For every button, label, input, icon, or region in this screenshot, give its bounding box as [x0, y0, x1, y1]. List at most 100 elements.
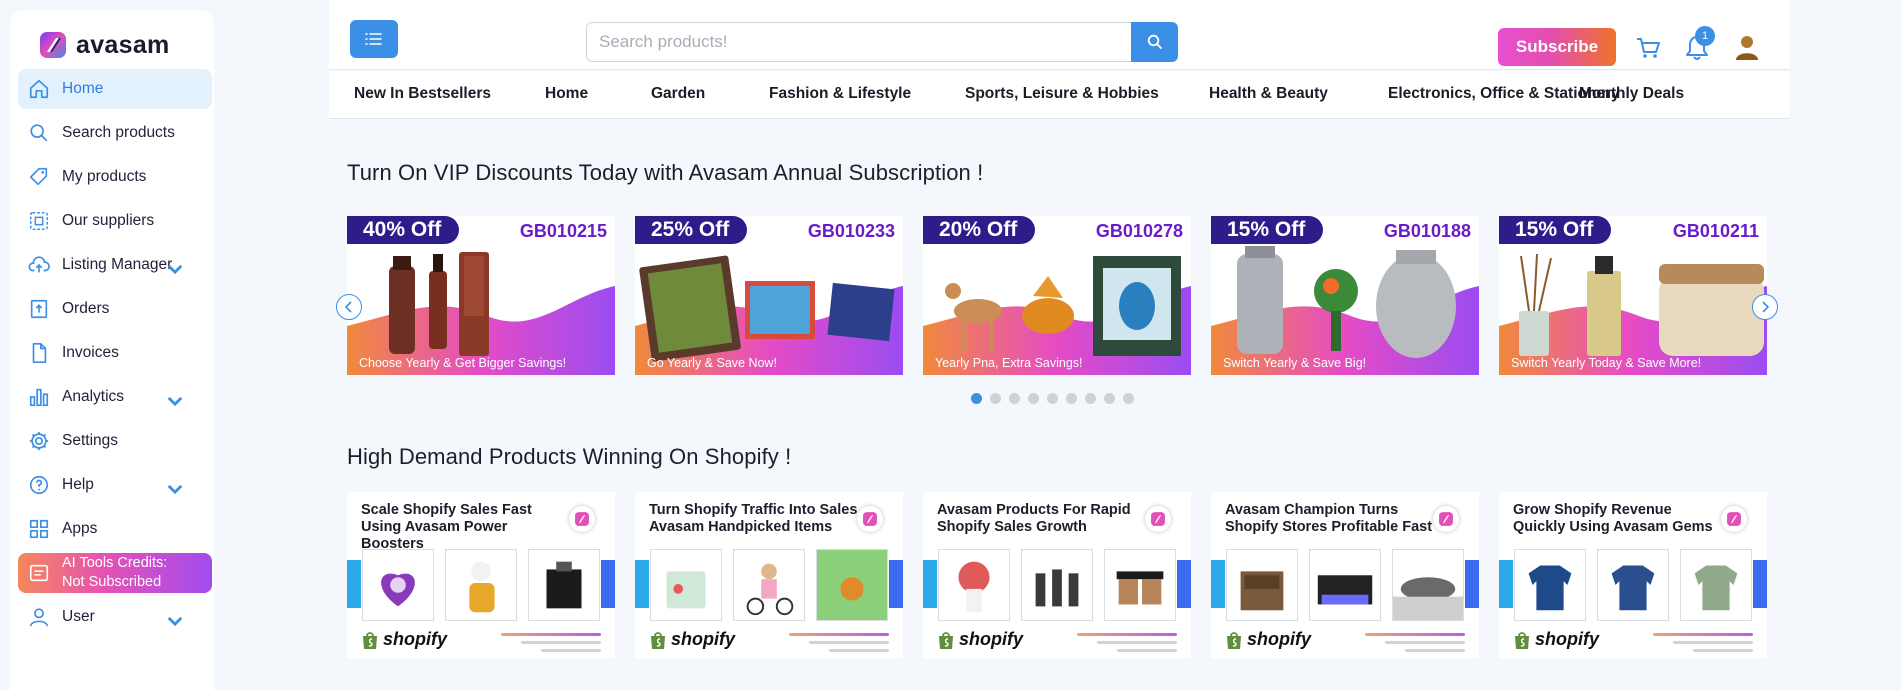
shopify-product-card[interactable]: Turn Shopify Traffic Into Sales Avasam H…: [635, 492, 903, 658]
category-nav: New In Bestsellers Home Garden Fashion & Li…: [329, 71, 1790, 119]
cloud-upload-icon: [28, 256, 50, 273]
carousel-dot[interactable]: [1104, 393, 1115, 404]
orders-box-icon: [30, 299, 48, 319]
sidebar-item-label: Orders: [62, 300, 110, 317]
carousel-next-button[interactable]: [1752, 294, 1778, 320]
avasam-logo-icon: [40, 32, 66, 58]
shopify-product-card[interactable]: Avasam Products For Rapid Shopify Sales …: [923, 492, 1191, 658]
promo-banner[interactable]: 20% Off GB010278 Yearly Pna, Extra Savings…: [923, 216, 1191, 375]
sidebar-item-my-products[interactable]: My products: [18, 157, 212, 197]
sidebar-item-settings[interactable]: Settings: [18, 421, 212, 461]
sidebar-item-user[interactable]: User: [18, 597, 212, 637]
credit-card-icon: [29, 564, 49, 582]
sidebar-item-invoices[interactable]: Invoices: [18, 333, 212, 373]
card-stripe-right: [1177, 560, 1191, 608]
carousel-dot[interactable]: [1028, 393, 1039, 404]
shopify-product-card[interactable]: Scale Shopify Sales Fast Using Avasam Po…: [347, 492, 615, 658]
product-thumbnail: [938, 549, 1010, 621]
card-stripe-left: [347, 560, 361, 608]
shopify-product-card[interactable]: Avasam Champion Turns Shopify Stores Pro…: [1211, 492, 1479, 658]
promo-banner[interactable]: 15% Off GB010188 Switch Yearly & Save Big!: [1211, 216, 1479, 375]
card-stripe-right: [1465, 560, 1479, 608]
chevron-right-icon: [1762, 301, 1770, 313]
carousel-dot[interactable]: [990, 393, 1001, 404]
user-avatar-icon[interactable]: [1732, 32, 1762, 62]
cart-icon[interactable]: [1634, 34, 1662, 62]
product-thumbnail: [362, 549, 434, 621]
carousel-dot[interactable]: [971, 393, 982, 404]
chevron-left-icon: [344, 301, 352, 313]
decorative-lines: [1077, 633, 1177, 657]
search-icon: [1147, 34, 1162, 49]
sidebar-item-ai-tools-credits[interactable]: AI Tools Credits: Not Subscribed: [18, 553, 212, 593]
sidebar-item-our-suppliers[interactable]: Our suppliers: [18, 201, 212, 241]
product-thumbnail: [445, 549, 517, 621]
carousel-pagination: [971, 393, 1134, 404]
banner-caption: Switch Yearly Today & Save More!: [1511, 356, 1702, 370]
shopify-wordmark: shopify: [959, 629, 1024, 649]
promo-banner[interactable]: 25% Off GB010233 Go Yearly & Save Now!: [635, 216, 903, 375]
subscribe-button[interactable]: Subscribe: [1498, 28, 1616, 66]
carousel-dot[interactable]: [1123, 393, 1134, 404]
sidebar-item-apps[interactable]: Apps: [18, 509, 212, 549]
sidebar-item-label: User: [62, 608, 95, 625]
promo-banner[interactable]: 40% Off GB010215 Choose Yearly & Get Bigge…: [347, 216, 615, 375]
sidebar-item-analytics[interactable]: Analytics: [18, 377, 212, 417]
product-thumbnail: [1392, 549, 1464, 621]
decorative-lines: [501, 633, 601, 657]
sidebar-item-label: Invoices: [62, 344, 119, 361]
card-title: Grow Shopify Revenue Quickly Using Avasa…: [1513, 502, 1713, 535]
card-title: Turn Shopify Traffic Into Sales Avasam H…: [649, 502, 858, 535]
logo[interactable]: avasam: [38, 30, 170, 60]
sidebar-item-home[interactable]: Home: [18, 69, 212, 109]
carousel-dot[interactable]: [1085, 393, 1096, 404]
vip-section-title: Turn On VIP Discounts Today with Avasam …: [347, 160, 984, 185]
sidebar-item-orders[interactable]: Orders: [18, 289, 212, 329]
category-link-new-in-bestsellers[interactable]: New In Bestsellers: [354, 85, 491, 103]
category-link-garden[interactable]: Garden: [651, 85, 705, 103]
shopify-wordmark: shopify: [1247, 629, 1312, 649]
menu-icon: [365, 33, 382, 45]
discount-badge: 15% Off: [1499, 216, 1612, 244]
bar-chart-icon: [29, 388, 49, 407]
shopify-bag-icon: [1227, 631, 1241, 649]
category-link-monthly-deals[interactable]: Monthly Deals: [1579, 85, 1684, 103]
carousel-prev-button[interactable]: [336, 294, 362, 320]
search-input[interactable]: [586, 22, 1131, 62]
avasam-badge-icon: [1145, 506, 1171, 532]
tag-icon: [29, 167, 48, 186]
avasam-badge-icon: [1433, 506, 1459, 532]
card-stripe-left: [1499, 560, 1513, 608]
ai-credits-label: AI Tools Credits: Not Subscribed: [62, 554, 192, 592]
chevron-down-icon: [167, 396, 183, 407]
shopify-bag-icon: [363, 631, 377, 649]
sidebar-item-label: Apps: [62, 520, 98, 537]
discount-badge: 20% Off: [923, 216, 1036, 244]
category-link-sports-leisure-hobbies[interactable]: Sports, Leisure & Hobbies: [965, 85, 1159, 103]
promo-banner[interactable]: 15% Off GB010211 Switch Yearly Today & Sav…: [1499, 216, 1767, 375]
avasam-logo-icon: [1439, 512, 1453, 526]
carousel-dot[interactable]: [1009, 393, 1020, 404]
product-code: GB010188: [1383, 221, 1471, 241]
search-icon: [30, 124, 48, 142]
menu-toggle-button[interactable]: [350, 20, 398, 58]
category-link-fashion-lifestyle[interactable]: Fashion & Lifestyle: [769, 85, 911, 103]
home-icon: [29, 79, 49, 99]
shopify-product-card[interactable]: Grow Shopify Revenue Quickly Using Avasa…: [1499, 492, 1767, 658]
sidebar-item-label: Home: [62, 80, 104, 97]
search-button[interactable]: [1131, 22, 1178, 62]
sidebar-item-search-products[interactable]: Search products: [18, 113, 212, 153]
category-link-health-beauty[interactable]: Health & Beauty: [1209, 85, 1328, 103]
sidebar-nav: Home Search products My products Our suppli…: [18, 69, 212, 641]
product-thumbnail: [1309, 549, 1381, 621]
product-thumbnail: [1680, 549, 1752, 621]
sidebar-item-listing-manager[interactable]: Listing Manager: [18, 245, 212, 285]
carousel-dot[interactable]: [1066, 393, 1077, 404]
sidebar-item-help[interactable]: Help: [18, 465, 212, 505]
carousel-dot[interactable]: [1047, 393, 1058, 404]
chevron-down-icon: [167, 616, 183, 627]
category-link-home[interactable]: Home: [545, 85, 588, 103]
product-thumbnail: [1597, 549, 1669, 621]
shopify-bag-icon: [1515, 631, 1529, 649]
product-thumbnail: [816, 549, 888, 621]
